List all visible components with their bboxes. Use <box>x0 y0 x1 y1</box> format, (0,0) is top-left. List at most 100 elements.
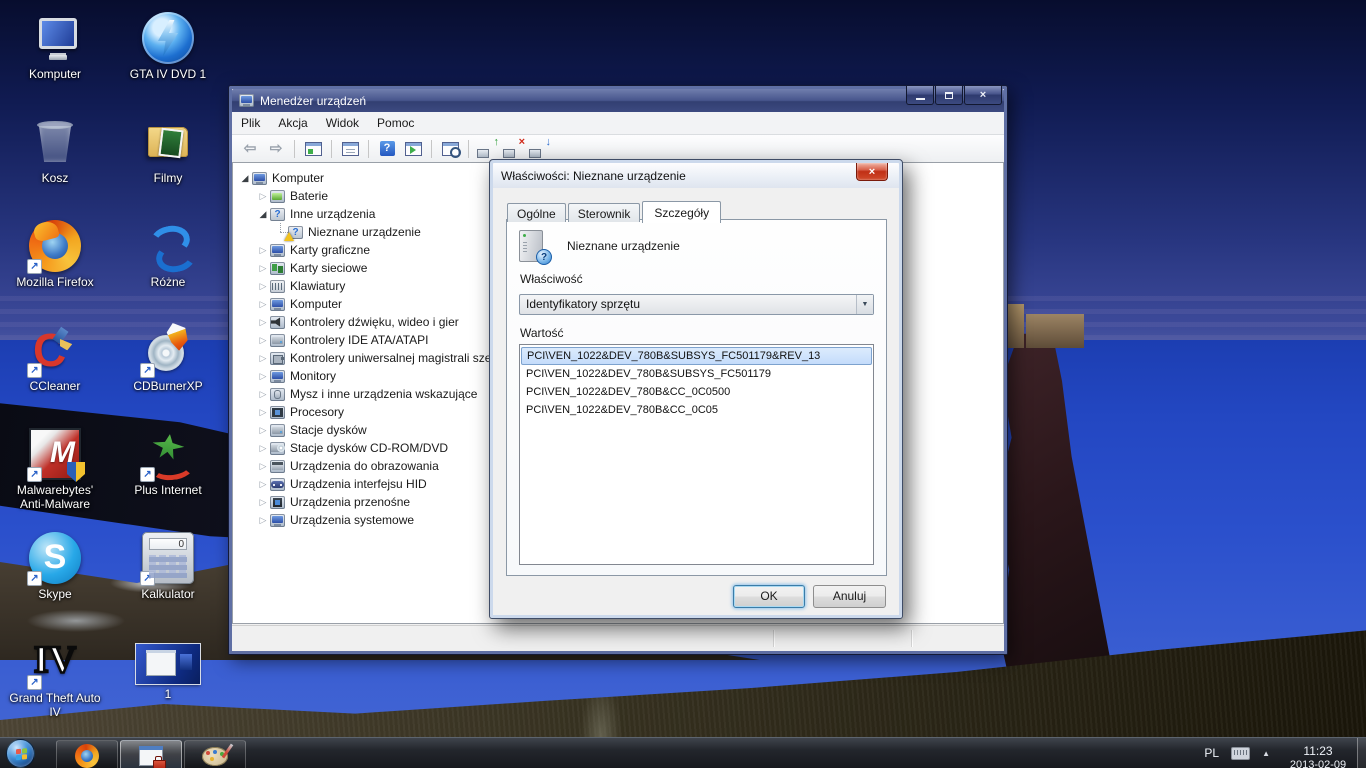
menu-plik[interactable]: Plik <box>232 113 269 133</box>
cdburnerxp-icon: ↗ <box>142 324 194 376</box>
expand-toggle-icon[interactable]: ▷ <box>256 479 270 490</box>
unknown-category-icon: ? <box>270 208 285 221</box>
expand-toggle-icon[interactable]: ▷ <box>256 407 270 418</box>
desktop-icon-grand-theft-auto-iv[interactable]: IV↗Grand Theft Auto IV <box>7 636 103 719</box>
desktop-icon-kosz[interactable]: Kosz <box>7 116 103 185</box>
uninstall-device-button[interactable]: × <box>501 137 525 160</box>
expand-toggle-icon[interactable]: ▷ <box>256 299 270 310</box>
expand-toggle-icon[interactable]: ▷ <box>256 497 270 508</box>
paint-taskbar-button[interactable] <box>184 740 246 768</box>
maximize-button[interactable] <box>935 86 963 105</box>
expand-toggle-icon[interactable]: ▷ <box>256 425 270 436</box>
cancel-button[interactable]: Anuluj <box>813 585 886 608</box>
hardware-id-item[interactable]: PCI\VEN_1022&DEV_780B&CC_0C05 <box>521 401 872 419</box>
dialog-close-button[interactable]: × <box>856 163 888 181</box>
desktop-icon-label: Komputer <box>7 67 103 81</box>
close-icon: × <box>980 89 986 101</box>
desktop-icon-różne[interactable]: Różne <box>120 220 216 289</box>
expand-toggle-icon[interactable]: ▷ <box>256 245 270 256</box>
ok-button[interactable]: OK <box>733 585 805 608</box>
expand-toggle-icon[interactable]: ▷ <box>256 353 270 364</box>
property-combobox[interactable]: Identyfikatory sprzętu ▼ <box>519 294 874 315</box>
expand-toggle-icon[interactable]: ▷ <box>256 281 270 292</box>
desktop-icon-label: Skype <box>7 587 103 601</box>
desktop-icon-plus-internet[interactable]: ↗Plus Internet <box>120 428 216 497</box>
language-indicator[interactable]: PL <box>1204 746 1219 760</box>
computer-icon <box>270 298 285 311</box>
forward-button[interactable]: ⇨ <box>264 137 288 160</box>
expand-toggle-icon[interactable]: ▷ <box>256 263 270 274</box>
back-button[interactable]: ⇦ <box>238 137 262 160</box>
desktop-icon-label: 1 <box>120 687 216 701</box>
desktop-icon-label: CCleaner <box>7 379 103 393</box>
hardware-id-item[interactable]: PCI\VEN_1022&DEV_780B&SUBSYS_FC501179&RE… <box>521 347 872 365</box>
tree-item-label: Baterie <box>290 189 328 203</box>
shortcut-arrow-icon: ↗ <box>27 571 42 586</box>
firefox-taskbar-button[interactable] <box>56 740 118 768</box>
desktop-icon-mozilla-firefox[interactable]: ↗Mozilla Firefox <box>7 220 103 289</box>
desktop-icon-ccleaner[interactable]: C↗CCleaner <box>7 324 103 393</box>
scan-changes-button[interactable]: ↓ <box>527 137 551 160</box>
collapse-toggle-icon[interactable]: ◢ <box>238 173 252 184</box>
expand-toggle-icon[interactable]: ▷ <box>256 515 270 526</box>
hardware-id-item[interactable]: PCI\VEN_1022&DEV_780B&SUBSYS_FC501179 <box>521 365 872 383</box>
expand-toggle-icon[interactable]: ▷ <box>256 461 270 472</box>
dialog-tabs: OgólneSterownikSzczegóły <box>507 200 723 222</box>
shortcut-arrow-icon: ↗ <box>140 571 155 586</box>
desktop-icon-cdburnerxp[interactable]: ↗CDBurnerXP <box>120 324 216 393</box>
update-driver-overlay-icon: ↑ <box>494 137 500 148</box>
collapse-toggle-icon[interactable]: ◢ <box>256 209 270 220</box>
expand-toggle-icon[interactable]: ▷ <box>256 191 270 202</box>
tab-szczegóły[interactable]: Szczegóły <box>642 201 721 223</box>
show-desktop-button[interactable] <box>1357 738 1366 768</box>
device-manager-window-icon <box>239 94 254 107</box>
screenshot-thumbnail-icon <box>136 644 200 684</box>
properties-button[interactable] <box>338 137 362 160</box>
desktop-icon-filmy[interactable]: Filmy <box>120 116 216 185</box>
hardware-id-item[interactable]: PCI\VEN_1022&DEV_780B&CC_0C0500 <box>521 383 872 401</box>
desktop-icon-kalkulator[interactable]: 0↗Kalkulator <box>120 532 216 601</box>
desktop-icon-skype[interactable]: S↗Skype <box>7 532 103 601</box>
scan-hardware-button[interactable] <box>438 137 462 160</box>
desktop-icon-label: Kosz <box>7 171 103 185</box>
tab-ogólne[interactable]: Ogólne <box>507 203 566 222</box>
desktop-icon-label: Filmy <box>120 171 216 185</box>
firefox-icon: ↗ <box>29 220 81 272</box>
keyboard-icon[interactable] <box>1231 747 1250 760</box>
help-button[interactable]: ? <box>375 137 399 160</box>
minimize-button[interactable] <box>906 86 934 105</box>
desktop-icon-komputer[interactable]: Komputer <box>7 12 103 81</box>
expand-toggle-icon[interactable]: ▷ <box>256 317 270 328</box>
show-window-button[interactable] <box>401 137 425 160</box>
dialog-titlebar[interactable]: Właściwości: Nieznane urządzenie <box>493 163 899 188</box>
menu-akcja[interactable]: Akcja <box>269 113 316 133</box>
menu-widok[interactable]: Widok <box>317 113 368 133</box>
show-window-icon <box>405 142 422 156</box>
desktop-icon-malwarebytes-anti-malware[interactable]: M↗Malwarebytes' Anti-Malware <box>7 428 103 511</box>
close-button[interactable]: × <box>964 86 1002 105</box>
device-manager-titlebar[interactable]: Menedżer urządzeń <box>232 89 1004 112</box>
start-button[interactable] <box>6 739 35 768</box>
scan-changes-overlay-icon: ↓ <box>546 137 552 148</box>
desktop-icon-gta-iv-dvd-1[interactable]: GTA IV DVD 1 <box>120 12 216 81</box>
window-title: Menedżer urządzeń <box>260 94 366 108</box>
battery-icon <box>270 190 285 203</box>
console-window-icon <box>305 142 322 156</box>
expand-toggle-icon[interactable]: ▷ <box>256 335 270 346</box>
display-adapter-icon <box>270 244 285 257</box>
taskbar-clock[interactable]: 11:23 2013-02-09 <box>1282 744 1354 768</box>
console-window-button[interactable] <box>301 137 325 160</box>
menu-pomoc[interactable]: Pomoc <box>368 113 423 133</box>
expand-toggle-icon[interactable]: ▷ <box>256 443 270 454</box>
statusbar-separator <box>911 630 912 647</box>
combobox-dropdown-button[interactable]: ▼ <box>856 295 873 314</box>
update-driver-button[interactable]: ↑ <box>475 137 499 160</box>
chevron-up-icon[interactable]: ▲ <box>1262 749 1270 758</box>
expand-toggle-icon[interactable]: ▷ <box>256 371 270 382</box>
desktop-icon-1[interactable]: 1 <box>120 636 216 701</box>
plus-internet-icon: ↗ <box>142 428 194 480</box>
expand-toggle-icon[interactable]: ▷ <box>256 389 270 400</box>
desktop-icon-label: Kalkulator <box>120 587 216 601</box>
tab-sterownik[interactable]: Sterownik <box>568 203 641 222</box>
device-manager-taskbar-button[interactable] <box>120 740 182 768</box>
